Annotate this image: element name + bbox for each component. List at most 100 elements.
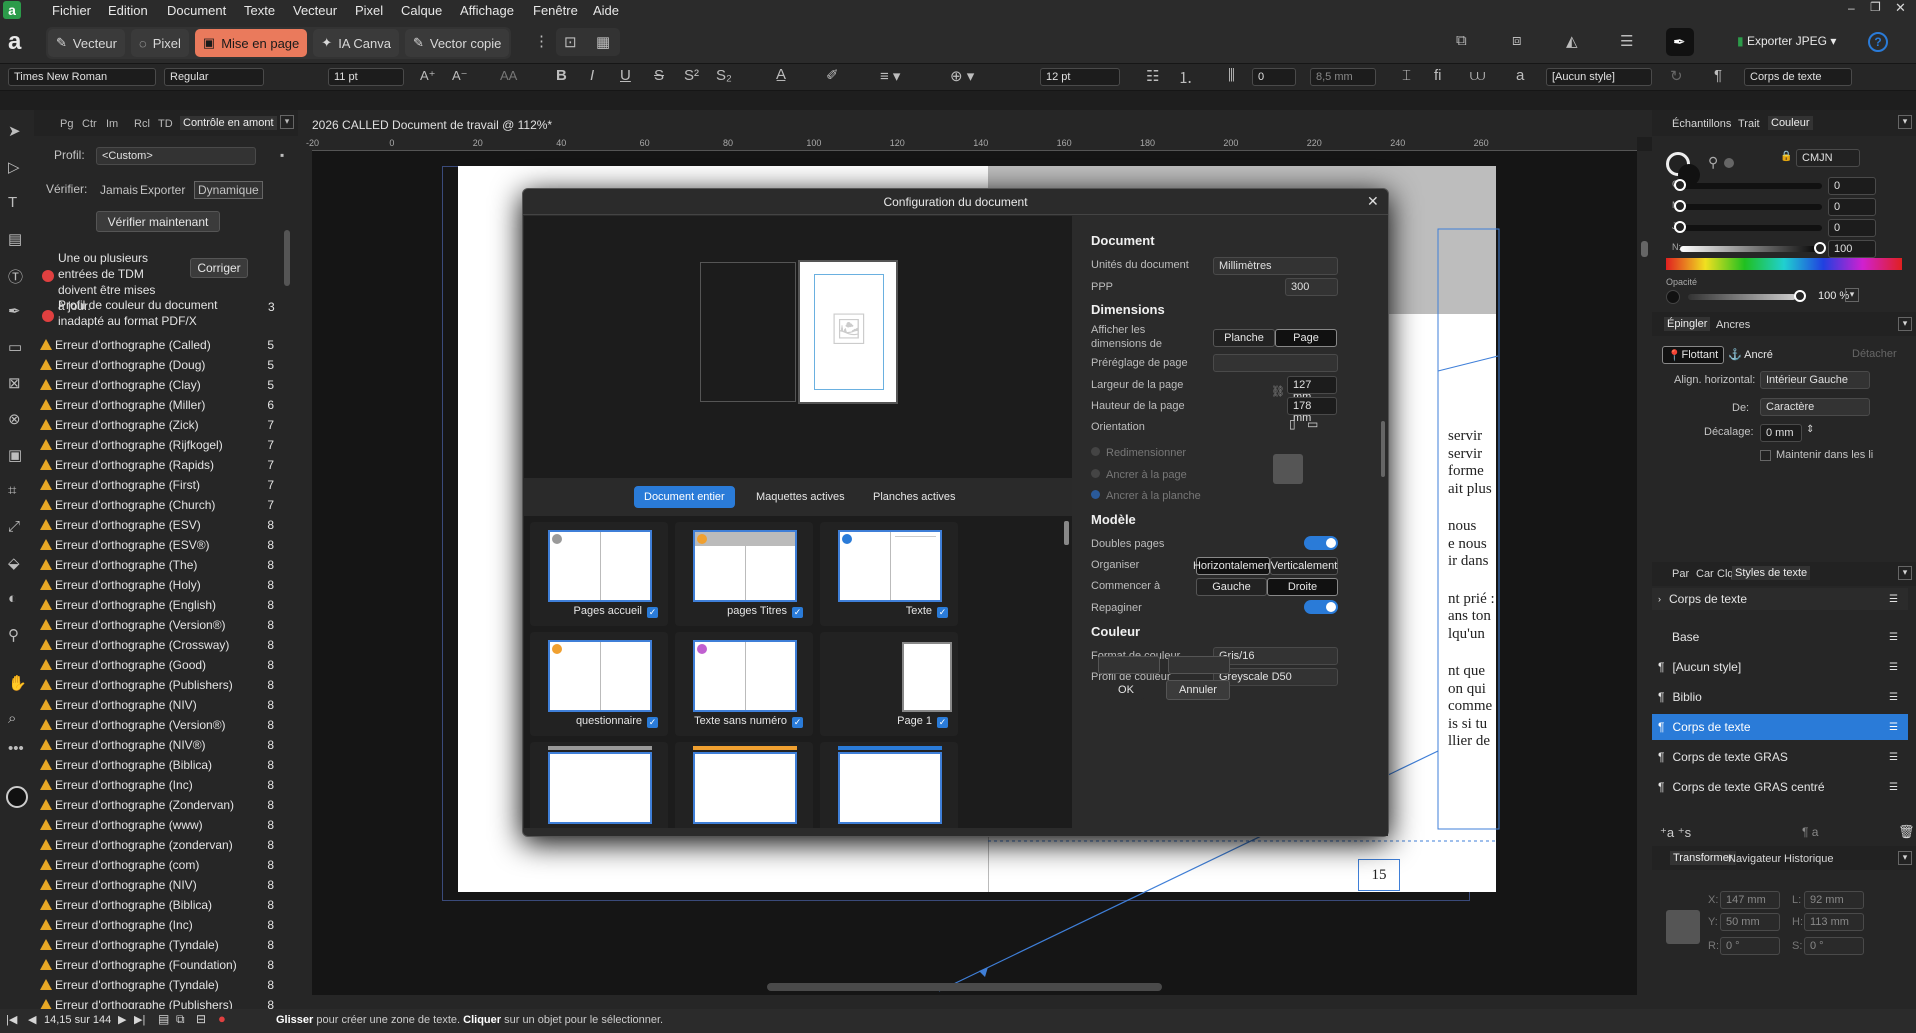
next-page-icon[interactable]: ▶	[118, 1013, 126, 1026]
refresh-icon[interactable]: ↻	[1670, 67, 1683, 85]
detach-button[interactable]: Détacher	[1852, 348, 1897, 360]
paragraph-align-icon[interactable]: ≡ ▾	[880, 67, 900, 85]
style-sync-icon[interactable]: ¶ a	[1802, 825, 1818, 839]
text-style-item[interactable]: › Corps de texte ☰	[1652, 588, 1908, 610]
transform-anchor-icon[interactable]	[1666, 910, 1700, 944]
underline-icon[interactable]: U	[620, 67, 631, 84]
indent-input[interactable]: 8,5 mm	[1310, 68, 1376, 86]
channel-handle[interactable]	[1674, 221, 1686, 233]
flip-icon[interactable]: ◭	[1566, 32, 1578, 50]
style-options-icon[interactable]: ☰	[1889, 782, 1898, 793]
list-item[interactable]: Erreur d'orthographe (Clay) 5	[34, 375, 284, 395]
font-style-select[interactable]: Regular	[164, 68, 264, 86]
align-icon[interactable]: ☰	[1620, 32, 1633, 50]
checkbox-checked-icon[interactable]: ✓	[647, 607, 658, 618]
menu-fenetre[interactable]: Fenêtre	[533, 3, 578, 18]
list-item[interactable]: Erreur d'orthographe (NIV) 8	[34, 695, 284, 715]
grid-icon[interactable]: ▦	[596, 33, 610, 51]
picture-frame-icon[interactable]: ⊠	[8, 374, 21, 392]
font-family-select[interactable]: Times New Roman	[8, 68, 156, 86]
list-item[interactable]: Erreur d'orthographe (Miller) 6	[34, 395, 284, 415]
preflight-scrollbar[interactable]	[284, 230, 290, 286]
opacity-handle[interactable]	[1794, 290, 1806, 302]
channel-handle[interactable]	[1674, 200, 1686, 212]
help-icon[interactable]: ?	[1868, 32, 1888, 52]
show-spread-button[interactable]: Planche	[1213, 329, 1275, 347]
anchor-grid-icon[interactable]	[1273, 454, 1303, 484]
text-frame-icon[interactable]: ⊡	[564, 33, 577, 51]
units-select[interactable]: Millimètres	[1213, 257, 1338, 275]
offset-input[interactable]: 0 mm	[1760, 424, 1802, 442]
menu-texte[interactable]: Texte	[244, 3, 275, 18]
tab-preflight[interactable]: Contrôle en amont	[180, 116, 277, 130]
list-item[interactable]: Erreur d'orthographe (Biblica) 8	[34, 755, 284, 775]
list-item[interactable]: Erreur d'orthographe (English) 8	[34, 595, 284, 615]
list-item[interactable]: Erreur d'orthographe (Tyndale) 8	[34, 935, 284, 955]
text-style-item[interactable]: ¶ Biblio ☰	[1652, 684, 1908, 710]
list-item[interactable]: Erreur d'orthographe (Holy) 8	[34, 575, 284, 595]
tab-paragraph[interactable]: Par	[1672, 568, 1689, 580]
text-style-item[interactable]: ¶ Corps de texte GRAS centré ☰	[1652, 774, 1908, 800]
style-options-icon[interactable]: ☰	[1889, 692, 1898, 703]
error-color-profile[interactable]: Profil de couleur du document inadapté a…	[58, 297, 233, 329]
style-actions-icon[interactable]: ⁺a ⁺s	[1660, 825, 1691, 841]
tab-transform[interactable]: Transformer	[1670, 851, 1736, 865]
arrange-icon[interactable]: ⧈	[1512, 32, 1522, 49]
panel-collapse-icon[interactable]: ▾	[1898, 317, 1912, 331]
channel-handle[interactable]	[1814, 242, 1826, 254]
transparency-tool-icon[interactable]: ◐	[8, 590, 17, 607]
pen-mode-button[interactable]: ✒	[1666, 28, 1694, 56]
leading-select[interactable]: 12 pt	[1040, 68, 1120, 86]
master-thumbnail[interactable]	[820, 742, 958, 828]
tab-pin[interactable]: Épingler	[1664, 317, 1711, 331]
channel-handle[interactable]	[1674, 179, 1686, 191]
list-item[interactable]: Erreur d'orthographe (Tyndale) 8	[34, 975, 284, 995]
preflight-status-icon[interactable]: ●	[218, 1011, 226, 1026]
menu-affichage[interactable]: Affichage	[460, 3, 514, 18]
increase-size-icon[interactable]: A⁺	[420, 68, 436, 84]
app-logo-icon[interactable]: a	[3, 1, 21, 19]
tab-rcl[interactable]: Rcl	[134, 118, 150, 130]
vertical-scrollbar[interactable]	[1641, 241, 1648, 257]
page-preset-select[interactable]	[1213, 354, 1338, 372]
channel-value[interactable]: 100	[1828, 240, 1876, 258]
text-color-icon[interactable]: A̲	[776, 66, 786, 83]
list-item[interactable]: Erreur d'orthographe (Inc) 8	[34, 915, 284, 935]
text-position-icon[interactable]: ⊕ ▾	[950, 67, 974, 85]
persona-pixel[interactable]: ◌ Pixel	[131, 29, 189, 57]
rectangle-tool-icon[interactable]: ▭	[8, 338, 22, 356]
last-page-icon[interactable]: ▶|	[134, 1013, 145, 1026]
page-view-icon[interactable]: ▤	[158, 1012, 169, 1026]
anchored-button[interactable]: ⚓ Ancré	[1728, 348, 1773, 361]
checkbox-checked-icon[interactable]: ✓	[937, 717, 948, 728]
snapping-icon[interactable]: ⧉	[1456, 32, 1467, 49]
settings-scrollbar[interactable]	[1381, 421, 1385, 477]
tab-active-spreads[interactable]: Planches actives	[873, 491, 956, 503]
list-item[interactable]: Erreur d'orthographe (Zondervan) 8	[34, 795, 284, 815]
list-item[interactable]: Erreur d'orthographe (Doug) 5	[34, 355, 284, 375]
tab-text-styles[interactable]: Styles de texte	[1732, 566, 1811, 580]
prev-page-icon[interactable]: ◀	[28, 1013, 36, 1026]
shear-input[interactable]: 0 °	[1804, 937, 1864, 955]
artistic-text-icon[interactable]: Ⓣ	[8, 266, 23, 287]
from-select[interactable]: Caractère	[1760, 398, 1870, 416]
menu-vecteur[interactable]: Vecteur	[293, 3, 337, 18]
offset-stepper-icon[interactable]: ⇕	[1806, 424, 1814, 435]
export-button[interactable]: ▮ Exporter JPEG ▾	[1737, 34, 1836, 48]
master-thumbnail[interactable]: pages Titres ✓	[675, 522, 813, 626]
list-item[interactable]: Erreur d'orthographe (com) 8	[34, 855, 284, 875]
first-page-icon[interactable]: |◀	[6, 1013, 17, 1026]
italic-icon[interactable]: I	[590, 67, 594, 84]
tab-images[interactable]: Im	[106, 118, 118, 130]
node-tool-icon[interactable]: ▷	[8, 158, 20, 176]
text-frame-options-icon[interactable]: ⌶	[1402, 67, 1411, 84]
list-item[interactable]: Erreur d'orthographe (Publishers) 8	[34, 675, 284, 695]
verify-dynamic[interactable]: Dynamique	[194, 181, 263, 199]
list-item[interactable]: Erreur d'orthographe (Publishers) 8	[34, 995, 284, 1009]
tab-active-masters[interactable]: Maquettes actives	[756, 491, 845, 503]
opacity-slider[interactable]	[1688, 294, 1796, 300]
horizontal-scrollbar[interactable]	[767, 983, 1162, 991]
pilcrow-icon[interactable]: ¶	[1714, 67, 1722, 84]
character-style-select[interactable]: Corps de texte	[1744, 68, 1852, 86]
delete-style-icon[interactable]: 🗑	[1898, 824, 1915, 840]
